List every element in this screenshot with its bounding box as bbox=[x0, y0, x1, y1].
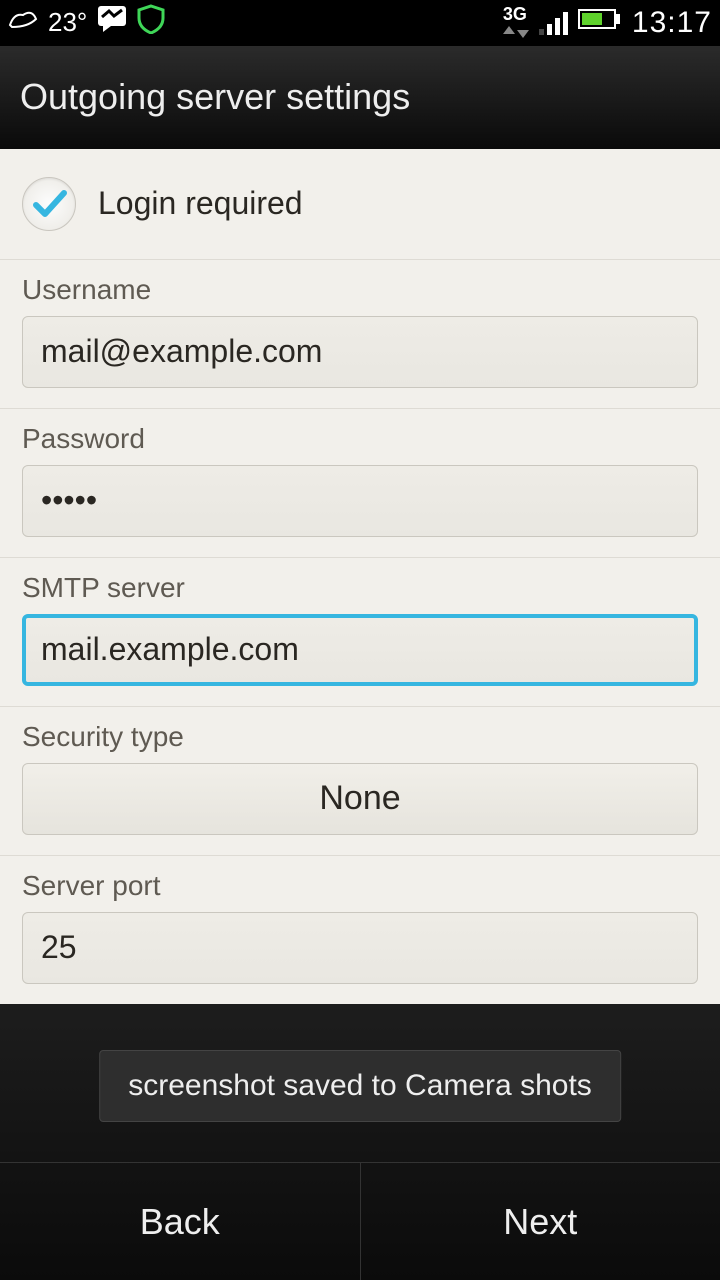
login-required-checkbox[interactable] bbox=[22, 177, 76, 231]
battery-icon bbox=[578, 7, 622, 38]
password-label: Password bbox=[22, 423, 698, 455]
form-area: Login required Username Password SMTP se… bbox=[0, 149, 720, 1004]
nav-buttons: Back Next bbox=[0, 1162, 720, 1280]
title-bar: Outgoing server settings bbox=[0, 46, 720, 149]
network-3g-icon: 3G bbox=[503, 5, 529, 41]
weather-icon bbox=[8, 7, 38, 38]
security-section: Security type None bbox=[0, 707, 720, 856]
page-title: Outgoing server settings bbox=[20, 76, 410, 118]
smtp-section: SMTP server bbox=[0, 558, 720, 707]
smtp-label: SMTP server bbox=[22, 572, 698, 604]
server-port-field[interactable] bbox=[22, 912, 698, 984]
password-field[interactable] bbox=[22, 465, 698, 537]
security-type-selector[interactable]: None bbox=[22, 763, 698, 835]
username-label: Username bbox=[22, 274, 698, 306]
back-button[interactable]: Back bbox=[0, 1163, 361, 1280]
signal-icon bbox=[539, 11, 568, 35]
username-field[interactable] bbox=[22, 316, 698, 388]
shield-icon bbox=[137, 4, 165, 41]
port-section: Server port bbox=[0, 856, 720, 1004]
password-section: Password bbox=[0, 409, 720, 558]
temperature: 23° bbox=[48, 7, 87, 38]
next-button[interactable]: Next bbox=[361, 1163, 720, 1280]
login-required-row[interactable]: Login required bbox=[0, 149, 720, 260]
port-label: Server port bbox=[22, 870, 698, 902]
clock: 13:17 bbox=[632, 6, 712, 40]
back-button-label: Back bbox=[140, 1201, 220, 1243]
next-button-label: Next bbox=[503, 1201, 577, 1243]
footer: screenshot saved to Camera shots Back Ne… bbox=[0, 1004, 720, 1280]
security-type-value: None bbox=[319, 779, 400, 818]
smtp-server-field[interactable] bbox=[22, 614, 698, 686]
toast-message: screenshot saved to Camera shots bbox=[99, 1050, 621, 1122]
username-section: Username bbox=[0, 260, 720, 409]
status-bar: 23° 3G 13:17 bbox=[0, 0, 720, 46]
messenger-icon bbox=[97, 5, 127, 40]
login-required-label: Login required bbox=[98, 185, 303, 222]
security-label: Security type bbox=[22, 721, 698, 753]
